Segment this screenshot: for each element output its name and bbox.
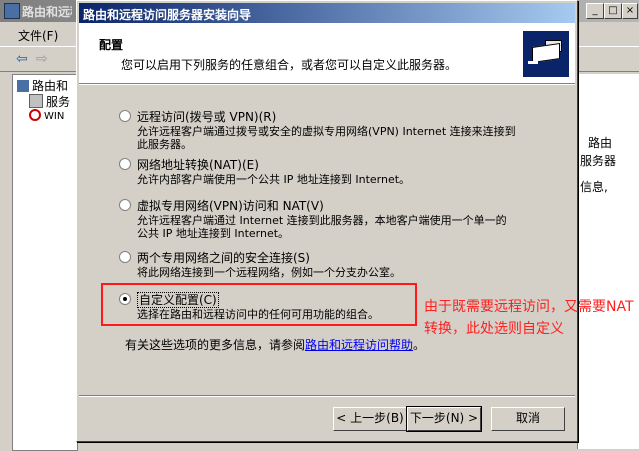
- option-remote-access-desc: 允许远程客户端通过拨号或安全的虚拟专用网络(VPN) Internet 连接来连…: [137, 125, 516, 151]
- wizard-title: 路由和远程访问服务器安装向导: [83, 8, 252, 22]
- details-text-1: 路由: [588, 136, 613, 150]
- wizard-titlebar[interactable]: 路由和远程访问服务器安装向导: [79, 3, 575, 23]
- close-icon[interactable]: ×: [622, 3, 638, 19]
- wizard-header: 配置 您可以启用下列服务的任意组合，或者您可以自定义此服务器。: [79, 23, 575, 85]
- radio-vpn-nat[interactable]: [119, 199, 131, 211]
- next-button[interactable]: 下一步(N) >: [406, 406, 482, 432]
- tree-item-server-status[interactable]: 服务: [29, 93, 70, 110]
- radio-secure-connection[interactable]: [119, 251, 131, 263]
- tree-item-win[interactable]: WIN: [29, 109, 64, 122]
- option-nat-label[interactable]: 网络地址转换(NAT)(E): [137, 156, 259, 173]
- tree-item-routing[interactable]: 路由和: [17, 77, 68, 94]
- server-stopped-icon: [29, 109, 41, 121]
- server-icon: [29, 94, 43, 108]
- option-remote-access-label[interactable]: 远程访问(拨号或 VPN)(R): [137, 108, 276, 125]
- mmc-title: 路由和远程访问: [22, 5, 72, 19]
- menu-file[interactable]: 文件(F): [18, 27, 58, 44]
- option-nat-desc: 允许内部客户端使用一个公共 IP 地址连接到 Internet。: [137, 173, 411, 186]
- annotation-note: 由于既需要远程访问，又需要NAT转换，此处选则自定义: [424, 299, 634, 337]
- back-arrow-icon[interactable]: ⇦: [16, 51, 28, 67]
- forward-arrow-icon[interactable]: ⇨: [36, 51, 48, 67]
- option-secure-connection-desc: 将此网络连接到一个远程网络，例如一个分支办公室。: [137, 266, 401, 279]
- page-title: 配置: [99, 38, 124, 52]
- details-pane: 路由 服务器 信息,: [577, 74, 639, 449]
- option-vpn-nat-desc: 允许远程客户端通过 Internet 连接到此服务器，本地客户端使用一个单一的 …: [137, 214, 507, 240]
- option-vpn-nat-label[interactable]: 虚拟专用网络(VPN)访问和 NAT(V): [137, 197, 324, 214]
- radio-nat[interactable]: [119, 158, 131, 170]
- highlight-box: [101, 283, 417, 326]
- option-secure-connection-label[interactable]: 两个专用网络之间的安全连接(S): [137, 249, 310, 266]
- server-network-icon: [523, 31, 569, 77]
- setup-wizard-dialog: 路由和远程访问服务器安装向导 配置 您可以启用下列服务的任意组合，或者您可以自定…: [76, 0, 578, 442]
- button-separator: [79, 395, 575, 397]
- console-tree: 路由和 服务 WIN: [12, 74, 78, 451]
- page-subtitle: 您可以启用下列服务的任意组合，或者您可以自定义此服务器。: [121, 58, 458, 72]
- details-text-2: 服务器: [580, 154, 617, 168]
- cancel-button[interactable]: 取消: [491, 407, 565, 431]
- maximize-icon[interactable]: □: [604, 3, 622, 19]
- help-link[interactable]: 路由和远程访问帮助: [305, 338, 413, 352]
- routing-icon: [17, 80, 29, 92]
- more-info-text: 有关这些选项的更多信息，请参阅路由和远程访问帮助。: [125, 338, 426, 352]
- minimize-icon[interactable]: _: [586, 3, 604, 19]
- details-text-3: 信息,: [580, 180, 608, 194]
- radio-remote-access[interactable]: [119, 110, 131, 122]
- back-button[interactable]: < 上一步(B): [333, 407, 407, 431]
- mmc-app-icon: [4, 3, 20, 19]
